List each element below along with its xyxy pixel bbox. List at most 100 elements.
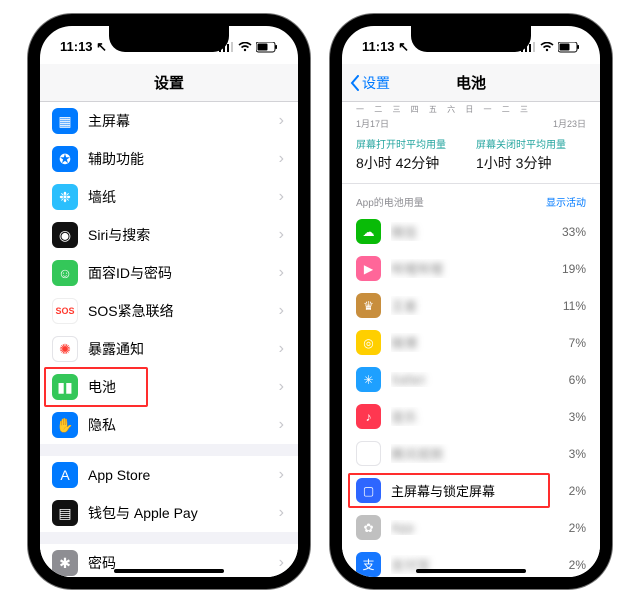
chevron-right-icon: › [279,112,284,130]
battery-icon [558,42,580,53]
screen-on-value: 8小时 42分钟 [356,153,446,173]
notch [411,26,531,52]
chevron-left-icon [350,75,360,91]
app-name: 腾讯视频 [391,444,569,463]
chevron-right-icon: › [279,264,284,282]
clock: 11:13 ↖ [60,39,107,55]
settings-row-appstore[interactable]: A App Store› [40,456,298,494]
app-percent: 7% [569,336,586,350]
nav-title: 设置 [154,72,184,93]
screen-off-value: 1小时 3分钟 [476,153,566,173]
chevron-right-icon: › [279,466,284,484]
passwords-icon: ✱ [52,550,78,576]
settings-list[interactable]: ▦主屏幕›✪辅助功能›❉墙纸›◉Siri与搜索›☺面容ID与密码›SOSSOS紧… [40,102,298,577]
app-usage-row[interactable]: ▶ 哔哩哔哩19% [342,250,600,287]
show-activity-button[interactable]: 显示活动 [546,194,586,209]
screen-on-usage: 屏幕打开时平均用量 8小时 42分钟 [356,136,446,173]
battery-icon: ▮▮ [52,374,78,400]
row-label: 电池 [88,377,279,397]
home-indicator[interactable] [416,569,526,573]
row-label: App Store [88,467,279,483]
app-percent: 6% [569,373,586,387]
screen-off-label: 屏幕关闭时平均用量 [476,136,566,151]
app-icon: ◎ [356,330,381,355]
date-range: 1月17日 1月23日 [342,115,600,130]
app-icon: ☁ [356,219,381,244]
app-usage-row[interactable]: ✿App2% [342,509,600,546]
settings-row-exposure[interactable]: ✺暴露通知› [40,330,298,368]
app-icon: ▶ [356,256,381,281]
app-icon: ✿ [356,515,381,540]
faceid-icon: ☺ [52,260,78,286]
app-usage-list[interactable]: ☁微信33% ▶ 哔哩哔哩19% ♛ 王者11% ◎ 微博7% ✳Safari6%♪音乐3% ▶… [342,213,600,577]
app-usage-row[interactable]: ♪音乐3% [342,398,600,435]
status-icons [521,42,580,53]
app-icon: ♛ [356,293,381,318]
row-label: 隐私 [88,415,279,435]
app-percent: 33% [562,225,586,239]
row-label: 面容ID与密码 [88,263,279,283]
wallpaper-icon: ❉ [52,184,78,210]
back-label: 设置 [362,73,390,93]
row-label: 主屏幕 [88,111,279,131]
home-indicator[interactable] [114,569,224,573]
settings-row-wallpaper[interactable]: ❉墙纸› [40,178,298,216]
date-start: 1月17日 [356,117,389,130]
nav-title: 电池 [456,72,486,93]
app-usage-row[interactable]: ▢主屏幕与锁定屏幕2% [342,472,600,509]
settings-row-sos[interactable]: SOSSOS紧急联络› [40,292,298,330]
weekday-row: 一 二 三 四 五 六 日 一 二 三 [342,102,600,115]
app-percent: 2% [569,484,586,498]
app-percent: 11% [563,299,586,313]
app-percent: 19% [562,262,586,276]
settings-row-faceid[interactable]: ☺ 面容ID与密码› [40,254,298,292]
app-icon: ▢ [356,478,381,503]
settings-row-wallet[interactable]: ▤钱包与 Apple Pay› [40,494,298,532]
privacy-icon: ✋ [52,412,78,438]
settings-row-accessibility[interactable]: ✪辅助功能› [40,140,298,178]
app-name: 微博 [391,333,569,352]
app-usage-header: App的电池用量 显示活动 [342,184,600,213]
battery-icon [256,42,278,53]
siri-icon: ◉ [52,222,78,248]
app-name: 王者 [391,296,563,315]
chevron-right-icon: › [279,226,284,244]
wifi-icon [540,42,554,52]
app-icon: ▶ [356,441,381,466]
settings-row-privacy[interactable]: ✋隐私› [40,406,298,444]
status-icons [219,42,278,53]
chevron-right-icon: › [279,302,284,320]
nav-bar: 设置 [40,64,298,102]
app-icon: ♪ [356,404,381,429]
app-usage-row[interactable]: ▶腾讯视频3% [342,435,600,472]
app-usage-row[interactable]: ◎ 微博7% [342,324,600,361]
app-icon: ✳ [356,367,381,392]
row-label: Siri与搜索 [88,225,279,245]
clock: 11:13 ↖ [362,39,409,55]
battery-content[interactable]: 一 二 三 四 五 六 日 一 二 三 1月17日 1月23日 屏幕打开时平均用… [342,102,600,577]
app-usage-label: App的电池用量 [356,194,424,209]
app-usage-row[interactable]: ♛ 王者11% [342,287,600,324]
exposure-icon: ✺ [52,336,78,362]
settings-row-home[interactable]: ▦主屏幕› [40,102,298,140]
settings-row-siri[interactable]: ◉ Siri与搜索› [40,216,298,254]
location-icon: ↖ [96,39,107,54]
app-percent: 2% [569,521,586,535]
row-label: 辅助功能 [88,149,279,169]
sos-icon: SOS [52,298,78,324]
back-button[interactable]: 设置 [350,73,390,93]
app-name: 哔哩哔哩 [391,259,562,278]
app-usage-row[interactable]: ☁微信33% [342,213,600,250]
app-usage-row[interactable]: ✳Safari6% [342,361,600,398]
appstore-icon: A [52,462,78,488]
row-label: 暴露通知 [88,339,279,359]
phone-left: 11:13 ↖ 设置 ▦主屏幕›✪辅助功能›❉墙纸›◉Siri与搜索›☺面容ID… [28,14,310,589]
notch [109,26,229,52]
wifi-icon [238,42,252,52]
chevron-right-icon: › [279,188,284,206]
chevron-right-icon: › [279,504,284,522]
app-percent: 3% [569,410,586,424]
settings-row-battery[interactable]: ▮▮电池› [40,368,298,406]
app-percent: 2% [569,558,586,572]
app-icon: 支 [356,552,381,577]
